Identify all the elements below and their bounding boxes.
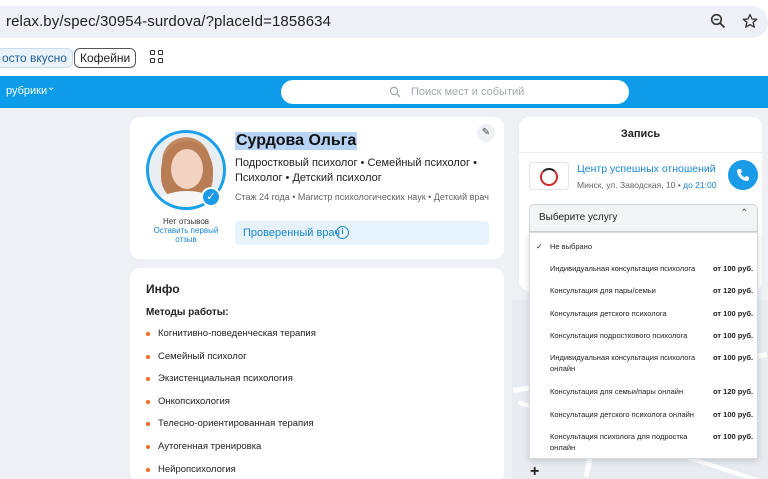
bullet-icon bbox=[146, 332, 150, 336]
verified-check-icon: ✓ bbox=[201, 187, 221, 207]
methods-list: Когнитивно-поведенческая терапия Семейны… bbox=[146, 328, 316, 479]
no-reviews-label: Нет отзывов bbox=[162, 217, 210, 226]
divider bbox=[519, 152, 762, 153]
info-title: Инфо bbox=[146, 282, 180, 296]
booking-title: Запись bbox=[620, 128, 661, 140]
list-item: Когнитивно-поведенческая терапия bbox=[146, 328, 316, 351]
browser-toolbar: relax.by/spec/30954-surdova/?placeId=185… bbox=[0, 0, 768, 42]
check-icon: ✓ bbox=[536, 242, 543, 251]
star-icon[interactable] bbox=[742, 13, 758, 34]
map-zoom-in-button[interactable]: + bbox=[530, 463, 539, 479]
url-text[interactable]: relax.by/spec/30954-surdova/?placeId=185… bbox=[6, 13, 331, 30]
info-icon[interactable]: i bbox=[336, 226, 349, 239]
rubrics-menu[interactable]: рубрики bbox=[6, 85, 47, 97]
methods-title: Методы работы: bbox=[146, 307, 229, 318]
doctor-name: Сурдова Ольга bbox=[235, 132, 358, 150]
verified-doctor-label: Проверенный врач bbox=[243, 227, 341, 239]
center-logo bbox=[529, 162, 569, 190]
bullet-icon bbox=[146, 399, 150, 404]
bookmark-chip-coffee[interactable]: Кофейни bbox=[74, 48, 137, 68]
bullet-icon bbox=[146, 377, 150, 382]
list-item: Нейропсихология bbox=[146, 464, 316, 479]
search-placeholder: Поиск мест и событий bbox=[411, 86, 525, 98]
service-select-label: Выберите услугу bbox=[539, 212, 618, 223]
edit-pencil-icon[interactable]: ✎ bbox=[477, 124, 495, 142]
chevron-up-icon[interactable]: ⌃ bbox=[740, 208, 748, 219]
center-address: Минск, ул. Заводская, 10 • до 21:00 bbox=[577, 180, 717, 190]
list-item: Экзистенциальная психология bbox=[146, 373, 316, 396]
bullet-icon bbox=[146, 354, 150, 359]
experience-info: Стаж 24 года • Магистр психологических н… bbox=[235, 192, 489, 202]
search-icon bbox=[389, 85, 401, 98]
leave-review-link[interactable]: Оставить первый отзыв bbox=[146, 226, 226, 244]
apps-grid-icon[interactable] bbox=[150, 50, 164, 64]
phone-button[interactable] bbox=[728, 160, 758, 190]
bookmark-chip[interactable]: осто вкусно bbox=[0, 48, 73, 68]
center-name-link[interactable]: Центр успешных отношений bbox=[577, 163, 716, 175]
service-dropdown: ✓ Не выбрано Индивидуальная консультация… bbox=[529, 232, 758, 459]
zoom-out-icon[interactable] bbox=[710, 13, 726, 34]
list-item: Телесно-ориентированная терапия bbox=[146, 418, 316, 441]
bullet-icon bbox=[146, 422, 150, 427]
phone-icon bbox=[737, 169, 749, 181]
chevron-down-icon[interactable]: ⌄ bbox=[47, 82, 55, 93]
bullet-icon bbox=[146, 444, 150, 449]
bullet-icon bbox=[146, 467, 150, 472]
list-item: Аутогенная тренировка bbox=[146, 441, 316, 464]
list-item: Семейный психолог bbox=[146, 351, 316, 374]
list-item: Онкопсихология bbox=[146, 396, 316, 419]
specialties: Подростковый психолог • Семейный психоло… bbox=[235, 157, 477, 184]
